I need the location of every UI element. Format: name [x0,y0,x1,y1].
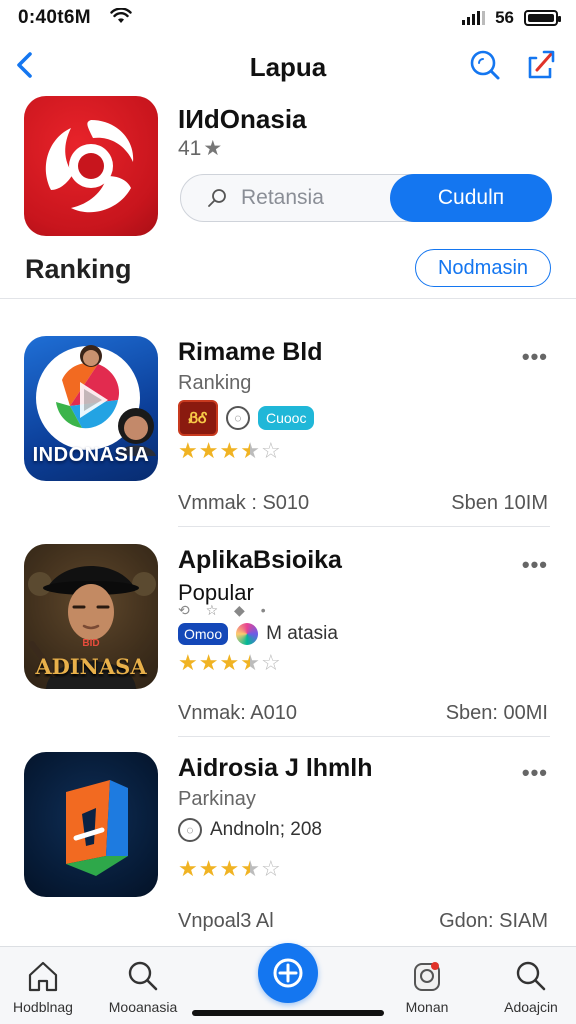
star-icon: ★ [178,856,198,881]
list-item-title: AplikaBsioika [178,546,342,574]
star-icon: ★ [198,438,219,463]
list-item[interactable]: INDONASIA Rimame Bld Ranking ••• ᏰᎴ ◌ Cu… [0,336,576,536]
thumbnail-caption: ADINASA [35,654,147,679]
tab-search[interactable]: Mooanasia [88,957,198,1015]
list-item-meta: Vnpoal3 Al [178,910,274,932]
list-item-meta: Vmmak : S010 [178,492,310,514]
primary-button[interactable]: Cudulп [390,174,552,222]
badge-pill: Omoo [178,623,229,645]
plus-circle-icon [273,958,303,988]
home-indicator [192,1010,384,1016]
tab-label: Monan [405,999,449,1015]
badge-text: M atasia [266,623,338,644]
divider [0,298,576,299]
section-title: Ranking [25,254,132,284]
share-icon[interactable] [522,46,558,82]
list-item-size: Sben: 00MI [445,702,548,724]
list-item[interactable]: BID ADINASA AplikaBsioika Popular ••• ⟲ … [0,544,576,744]
star-half-icon: ★ [240,856,260,881]
badge-row: ◌ Andnoln; 208 [178,818,322,842]
list-item-size: Sben 10IM [451,492,548,514]
search-field[interactable]: Retansia [181,175,391,220]
cellular-signal-icon [462,11,486,25]
segmented-control: Retansia Cudulп [180,174,552,222]
badge-bell-icon [414,962,440,991]
tab-home[interactable]: Hodblnag [0,957,98,1015]
list-item-subtitle: Ranking [178,372,252,394]
abstract-logo-icon [66,780,128,876]
badge-logo: ᏰᎴ [178,400,218,436]
badge-row: ᏰᎴ ◌ Cuooc [178,400,315,436]
rating-value: 41 [178,136,202,160]
circle-badge-icon: ◌ [226,406,250,430]
star-icon: ★ [198,856,219,881]
list-item-title: Rimame Bld [178,338,323,366]
star-icon: ★ [219,856,240,881]
star-rating: ★ ★ ★ ★ ☆ [178,652,281,674]
tag-icons: ⟲ ☆ ◆ • [178,602,272,618]
list-item[interactable]: Aidrosia J lhmlh Parkinay ••• ◌ Andnoln;… [0,752,576,952]
tab-label: Mooanasia [108,999,178,1015]
app-thumbnail: INDONASIA [24,336,158,481]
colorful-badge-icon [236,623,259,645]
thumbnail-small-text: BID [82,638,100,649]
app-icon [24,96,158,236]
star-rating: ★ ★ ★ ★ ☆ [178,858,281,880]
tab-label: Adoajcin [504,999,558,1015]
more-options-icon[interactable]: ••• [522,760,548,786]
app-name: IИdOnasia [178,104,307,134]
thumbnail-caption: INDONASIA [32,444,150,466]
star-half-icon: ★ [240,438,260,463]
section-button[interactable]: Nodmasin [415,249,551,287]
tab-account[interactable]: Adoajcin [476,957,576,1015]
divider [178,526,550,527]
badge-pill: Cuooc [258,406,315,430]
tab-notifications[interactable]: Monan [372,957,482,1015]
badge-row: Omoo M atasia [178,623,338,645]
center-action-button[interactable] [258,943,318,1003]
list-item-title: Aidrosia J lhmlh [178,754,373,782]
tab-label: Hodblnag [13,999,73,1015]
swirl-logo-icon [45,120,134,213]
more-options-icon[interactable]: ••• [522,344,548,370]
star-empty-icon: ☆ [260,438,281,463]
star-icon: ★ [178,438,198,463]
home-icon [28,961,58,992]
star-icon: ★ [178,650,198,675]
status-bar: 0:40t6M 56 [0,0,576,36]
star-empty-icon: ☆ [260,856,281,881]
star-half-icon: ★ [240,650,260,675]
status-time: 0:40t6M [18,7,91,28]
nav-bar: Lapua [0,40,576,92]
circle-badge-icon: ◌ [178,818,202,842]
star-icon: ★ [219,650,240,675]
network-label: 56 [495,8,514,27]
star-icon: ★ [198,650,219,675]
search-icon [128,961,158,991]
more-options-icon[interactable]: ••• [522,552,548,578]
list-item-subtitle: Parkinay [178,788,256,810]
star-empty-icon: ☆ [260,650,281,675]
app-rating: 41 ★ [178,136,222,161]
search-placeholder: Retansia [241,185,324,209]
badge-text: Andnoln; 208 [210,819,322,840]
star-rating: ★ ★ ★ ★ ☆ [178,440,281,462]
divider [178,736,550,737]
battery-icon [524,10,561,26]
wifi-icon [110,8,132,23]
star-icon: ★ [219,438,240,463]
list-item-meta: Vnmak: A010 [178,702,297,724]
app-thumbnail: BID ADINASA [24,544,158,689]
star-icon: ★ [203,137,223,160]
list-item-size: Gdon: SIAM [439,910,548,932]
search-icon[interactable] [468,48,502,82]
magnifier-icon [208,188,226,207]
app-thumbnail [24,752,158,897]
search-icon [516,961,546,991]
